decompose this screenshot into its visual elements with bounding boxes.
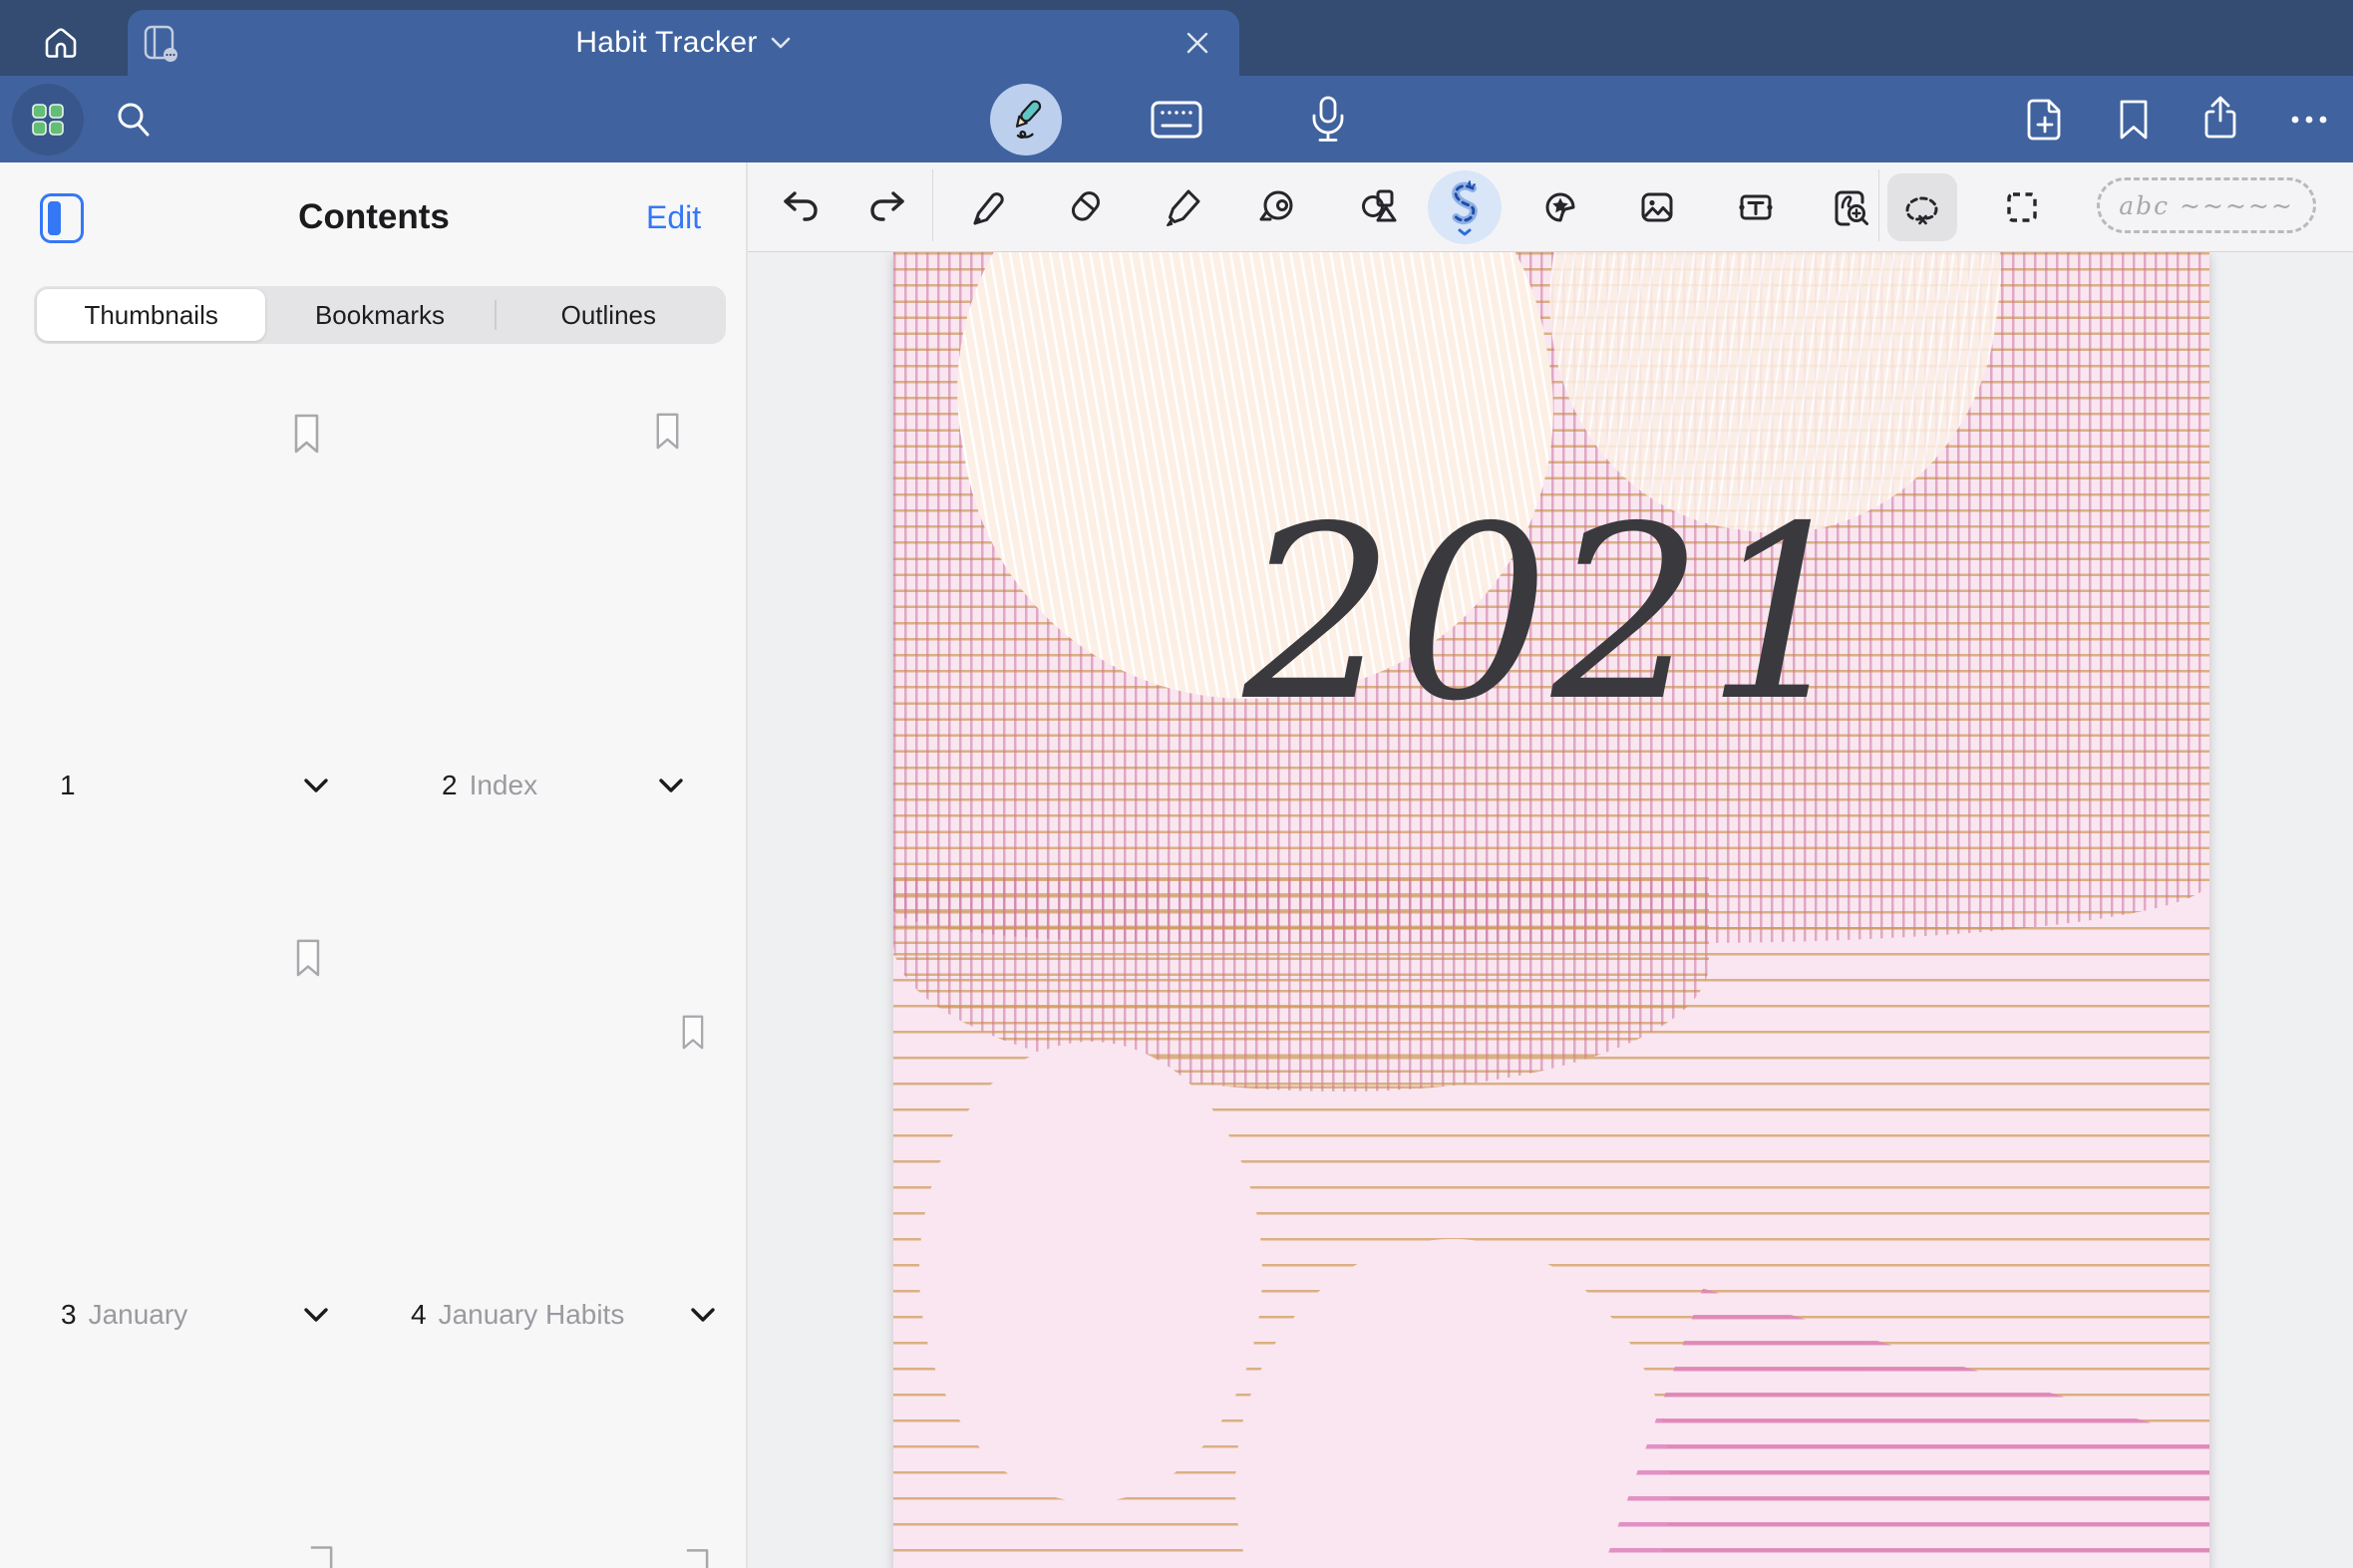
zoom-writing-icon (1829, 185, 1872, 229)
search-icon (113, 99, 155, 141)
search-button[interactable] (112, 98, 156, 142)
undo-icon (779, 185, 823, 229)
scribble-text: abc ~~~~~ (2119, 191, 2294, 220)
tab-title: Habit Tracker (575, 26, 757, 60)
bookmark-ribbon-icon (308, 1545, 334, 1568)
page-2-expand-chevron[interactable] (658, 778, 684, 794)
pen-tool-button[interactable] (965, 185, 1009, 229)
bookmark-ribbon-icon (684, 1548, 710, 1568)
page-3-label: 3January (61, 1299, 187, 1331)
sticker-icon (1538, 185, 1582, 229)
home-icon (38, 20, 84, 66)
tab-bookmarks[interactable]: Bookmarks (265, 289, 494, 341)
close-tab-button[interactable] (1182, 28, 1212, 58)
more-button[interactable] (2286, 98, 2332, 142)
page-1-expand-chevron[interactable] (303, 778, 329, 794)
toolbar-divider (1878, 169, 1879, 241)
eraser-icon (1063, 185, 1107, 229)
close-icon (1182, 28, 1212, 58)
tape-icon (1254, 185, 1298, 229)
zoom-writing-tool-button[interactable] (1829, 185, 1872, 229)
home-button[interactable] (38, 20, 84, 66)
keyboard-icon (1150, 99, 1203, 141)
cover-year: 2021 (893, 494, 2209, 734)
bookmark-icon (2114, 98, 2154, 142)
page-3-expand-chevron[interactable] (303, 1307, 329, 1324)
library-button[interactable] (12, 84, 84, 156)
text-tool-button[interactable] (1734, 185, 1778, 229)
image-tool-button[interactable] (1635, 185, 1679, 229)
add-page-icon (2023, 97, 2067, 143)
keyboard-button[interactable] (1149, 97, 1204, 143)
edit-button[interactable]: Edit (646, 199, 701, 236)
share-button[interactable] (2197, 94, 2243, 144)
page-4-expand-chevron[interactable] (690, 1307, 716, 1324)
marquee-select-icon (2000, 185, 2044, 229)
highlighter-icon (1162, 185, 1205, 229)
share-icon (2198, 95, 2242, 143)
sidebar-toggle-icon (48, 201, 61, 235)
more-icon (2286, 98, 2332, 142)
contents-sidebar (0, 162, 748, 1568)
sticker-tool-button[interactable] (1538, 185, 1582, 229)
cover-art: 2021 (893, 252, 2209, 1568)
add-page-button[interactable] (2022, 96, 2068, 144)
cover-page[interactable]: 2021 (893, 252, 2209, 1568)
bookmark-ribbon-icon[interactable] (655, 413, 680, 450)
handwriting-scribble-hint[interactable]: abc ~~~~~ (2097, 177, 2316, 233)
tape-tool-button[interactable] (1254, 185, 1298, 229)
page-1-label: 1 (60, 770, 88, 801)
tab-outlines[interactable]: Outlines (495, 289, 723, 341)
marquee-select-button[interactable] (2000, 185, 2044, 229)
undo-button[interactable] (779, 185, 823, 229)
toolbar-divider (932, 169, 933, 241)
grid-library-icon (30, 102, 66, 138)
page-4-label: 4January Habits (411, 1299, 624, 1331)
redo-button[interactable] (865, 185, 909, 229)
tab-pages-icon[interactable] (140, 22, 183, 71)
segment-divider (495, 300, 497, 330)
document-tab[interactable]: Habit Tracker (128, 10, 1239, 76)
bookmark-button[interactable] (2112, 98, 2156, 142)
redo-icon (865, 185, 909, 229)
pen-mode-button[interactable] (990, 84, 1062, 156)
bookmark-ribbon-icon[interactable] (295, 939, 321, 977)
lasso-select-icon (1898, 183, 1946, 231)
sidebar-title: Contents (0, 197, 748, 237)
pen-tool-icon (965, 185, 1009, 229)
shapes-icon (1357, 185, 1401, 229)
highlighter-tool-button[interactable] (1162, 185, 1205, 229)
lasso-pen-active-button[interactable] (1428, 170, 1502, 244)
page-2-label: 2Index (442, 770, 537, 801)
pen-icon (1002, 96, 1050, 144)
lasso-pen-icon (1439, 178, 1491, 236)
lasso-select-button-selected[interactable] (1887, 173, 1957, 241)
bookmark-ribbon-icon[interactable] (681, 1015, 705, 1050)
sidebar-toggle-button[interactable] (40, 193, 84, 243)
eraser-tool-button[interactable] (1063, 185, 1107, 229)
document-canvas[interactable]: 2021 (750, 252, 2353, 1568)
image-icon (1635, 185, 1679, 229)
bookmark-ribbon-icon[interactable] (293, 414, 320, 454)
shapes-tool-button[interactable] (1357, 185, 1401, 229)
microphone-icon (1305, 95, 1351, 145)
microphone-button[interactable] (1304, 94, 1352, 146)
text-tool-icon (1734, 185, 1778, 229)
chevron-down-icon (770, 36, 792, 50)
tab-thumbnails[interactable]: Thumbnails (37, 289, 265, 341)
sidebar-segmented-control: Thumbnails Bookmarks Outlines (34, 286, 726, 344)
